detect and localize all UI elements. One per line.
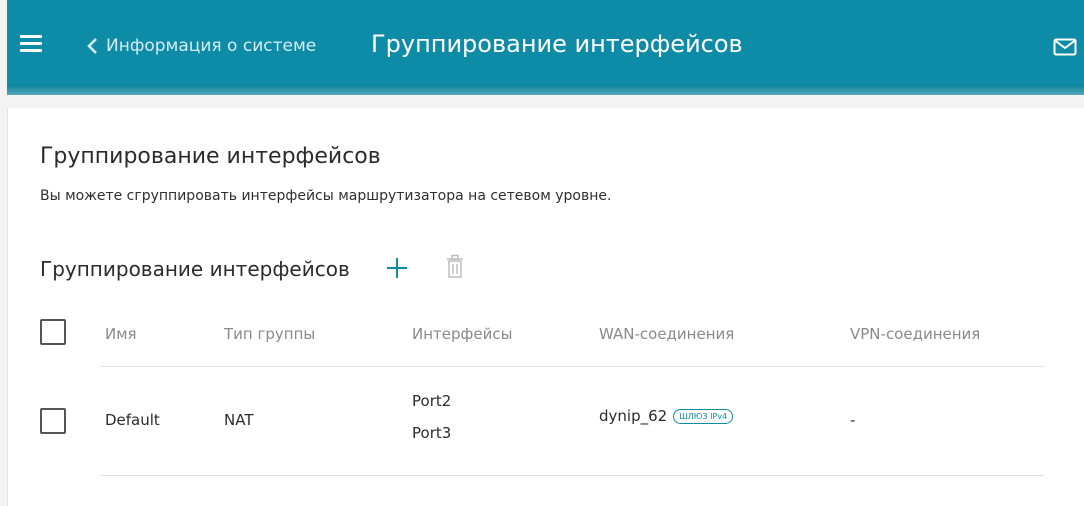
row-name: Default [105,411,160,429]
row-checkbox[interactable] [40,408,66,434]
menu-icon[interactable] [20,35,42,53]
column-header-vpn[interactable]: VPN-соединения [850,325,980,343]
mail-icon[interactable] [1053,38,1077,56]
chevron-left-icon [87,38,97,54]
column-header-group-type[interactable]: Тип группы [224,325,315,343]
section-title: Группирование интерфейсов [40,257,350,281]
row-wan: dynip_62 ШЛЮЗ IPv4 [599,407,734,425]
back-link-label: Информация о системе [106,36,317,56]
main-panel: Группирование интерфейсов Вы можете сгру… [7,108,1084,506]
table-divider [100,366,1045,367]
back-link[interactable]: Информация о системе [86,36,316,56]
column-header-name[interactable]: Имя [105,325,137,343]
plus-icon[interactable] [384,255,410,281]
gateway-badge: ШЛЮЗ IPv4 [673,409,734,424]
header-title: Группирование интерфейсов [371,30,743,58]
table-divider [100,475,1045,476]
column-header-interfaces[interactable]: Интерфейсы [412,325,512,343]
row-vpn: - [850,411,856,429]
row-wan-name: dynip_62 [599,407,668,425]
select-all-checkbox[interactable] [40,319,66,345]
top-bar-shadow [7,85,1084,95]
row-interface: Port2 [412,392,452,410]
page-title: Группирование интерфейсов [40,144,381,169]
column-header-wan[interactable]: WAN-соединения [599,325,734,343]
row-group-type: NAT [224,411,254,429]
trash-icon[interactable] [445,254,465,280]
page: Информация о системе Группирование интер… [0,0,1084,506]
row-interface: Port3 [412,424,452,442]
page-description: Вы можете сгруппировать интерфейсы маршр… [40,188,612,204]
